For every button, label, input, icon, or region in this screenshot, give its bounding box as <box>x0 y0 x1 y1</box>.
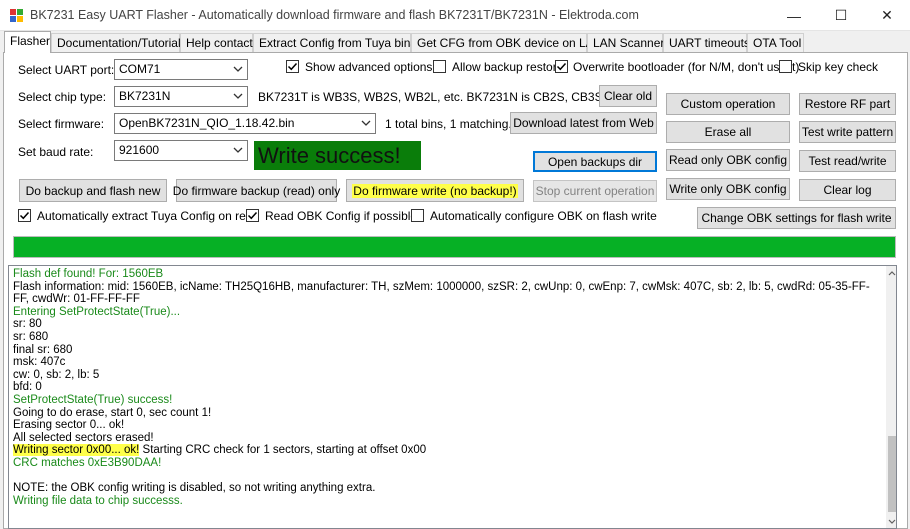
open-backups-button[interactable]: Open backups dir <box>533 151 657 172</box>
show-advanced-label: Show advanced options <box>305 60 433 74</box>
chevron-down-icon <box>361 120 371 126</box>
log-line: Flash information: mid: 1560EB, icName: … <box>13 280 870 306</box>
chip-type-label: Select chip type: <box>18 90 107 104</box>
uart-port-select[interactable]: COM71 <box>114 59 248 80</box>
tab-get-cfg-lan[interactable]: Get CFG from OBK device on LAN <box>411 33 602 52</box>
checkmark-icon <box>287 62 298 71</box>
log-line: sr: 680 <box>13 330 49 343</box>
log-textbox[interactable]: Flash def found! For: 1560EB Flash inform… <box>8 265 897 529</box>
auto-extract-tuya-checkbox[interactable] <box>18 209 31 222</box>
firmware-label: Select firmware: <box>18 117 105 131</box>
progress-fill <box>14 237 895 257</box>
chevron-down-icon <box>233 147 243 153</box>
write-no-backup-button[interactable]: Do firmware write (no backup!) <box>346 179 524 202</box>
tab-help-contact[interactable]: Help contact <box>180 33 253 52</box>
log-line: Flash def found! For: 1560EB <box>13 268 164 280</box>
read-only-obk-button[interactable]: Read only OBK config <box>666 149 790 171</box>
checkmark-icon <box>19 211 30 220</box>
baud-rate-select[interactable]: 921600 <box>114 140 248 161</box>
tab-lan-scanner[interactable]: LAN Scanner <box>587 33 664 52</box>
log-line: CRC matches 0xE3B90DAA! <box>13 456 162 469</box>
download-latest-button[interactable]: Download latest from Web <box>510 112 657 134</box>
chevron-down-icon <box>233 93 243 99</box>
firmware-select[interactable]: OpenBK7231N_QIO_1.18.42.bin <box>114 113 376 134</box>
uart-port-label: Select UART port: <box>18 63 115 77</box>
app-icon <box>10 9 24 22</box>
log-highlight: Writing sector 0x00... ok! <box>13 444 140 457</box>
backup-and-flash-button[interactable]: Do backup and flash new <box>19 179 167 202</box>
tab-ota-tool[interactable]: OTA Tool <box>747 33 804 52</box>
status-text: Write success! <box>254 141 421 170</box>
close-button[interactable]: ✕ <box>864 0 910 31</box>
firmware-value: OpenBK7231N_QIO_1.18.42.bin <box>119 116 295 130</box>
write-only-obk-button[interactable]: Write only OBK config <box>666 178 790 200</box>
log-line: bfd: 0 <box>13 381 42 394</box>
overwrite-bootloader-checkbox[interactable] <box>555 60 568 73</box>
allow-backup-restore-label: Allow backup restore <box>452 60 564 74</box>
auto-configure-obk-label: Automatically configure OBK on flash wri… <box>430 209 657 223</box>
log-line: NOTE: the OBK config writing is disabled… <box>13 482 376 495</box>
log-scrollbar[interactable] <box>886 266 896 528</box>
tab-extract-config[interactable]: Extract Config from Tuya binary <box>253 33 427 52</box>
chip-type-select[interactable]: BK7231N <box>114 86 248 107</box>
clear-log-button[interactable]: Clear log <box>799 179 896 201</box>
read-obk-config-label: Read OBK Config if possible <box>265 209 418 223</box>
scroll-thumb[interactable] <box>888 436 896 512</box>
tab-flasher[interactable]: Flasher <box>4 31 51 53</box>
allow-backup-restore-checkbox[interactable] <box>433 60 446 73</box>
progress-bar <box>13 236 896 258</box>
log-line: sr: 80 <box>13 318 42 331</box>
read-obk-config-checkbox[interactable] <box>246 209 259 222</box>
log-line: msk: 407c <box>13 356 66 369</box>
skip-key-check-checkbox[interactable] <box>779 60 792 73</box>
maximize-icon: ☐ <box>834 7 848 23</box>
log-line: Writing file data to chip successs. <box>13 494 183 507</box>
log-line: Entering SetProtectState(True)... <box>13 305 181 318</box>
tab-documentation[interactable]: Documentation/Tutorials <box>51 33 187 52</box>
restore-rf-button[interactable]: Restore RF part <box>799 93 896 115</box>
log-line: Going to do erase, start 0, sec count 1! <box>13 406 212 419</box>
chevron-down-icon <box>233 66 243 72</box>
log-line: SetProtectState(True) success! <box>13 393 173 406</box>
test-read-write-button[interactable]: Test read/write <box>799 150 896 172</box>
log-line: Writing sector 0x00... ok! Starting CRC … <box>13 444 885 457</box>
custom-operation-button[interactable]: Custom operation <box>666 93 790 115</box>
maximize-button[interactable]: ☐ <box>818 0 864 31</box>
auto-extract-tuya-label: Automatically extract Tuya Config on rea… <box>37 209 260 223</box>
skip-key-check-label: Skip key check <box>798 60 879 74</box>
minimize-icon: — <box>787 7 801 24</box>
log-lines: Flash def found! For: 1560EB Flash inform… <box>13 268 885 507</box>
close-icon: ✕ <box>881 7 893 23</box>
uart-port-value: COM71 <box>119 62 161 76</box>
auto-configure-obk-checkbox[interactable] <box>411 209 424 222</box>
overwrite-bootloader-label: Overwrite bootloader (for N/M, don't use… <box>573 60 800 74</box>
tab-uart-timeouts[interactable]: UART timeouts <box>663 33 750 52</box>
chip-type-value: BK7231N <box>119 89 171 103</box>
checkmark-icon <box>556 62 567 71</box>
test-write-pattern-button[interactable]: Test write pattern <box>799 121 896 143</box>
backup-read-button[interactable]: Do firmware backup (read) only <box>173 179 340 202</box>
log-line: cw: 0, sb: 2, lb: 5 <box>13 368 100 381</box>
erase-all-button[interactable]: Erase all <box>666 121 790 143</box>
title-bar: BK7231 Easy UART Flasher - Automatically… <box>0 0 910 31</box>
checkmark-icon <box>247 211 258 220</box>
scroll-up-icon[interactable] <box>888 268 896 278</box>
clear-old-button[interactable]: Clear old <box>599 85 657 107</box>
firmware-info-text: 1 total bins, 1 matching. <box>385 117 512 131</box>
scroll-down-icon[interactable] <box>888 516 896 526</box>
log-line: final sr: 680 <box>13 343 73 356</box>
log-line: All selected sectors erased! <box>13 431 154 444</box>
baud-rate-value: 921600 <box>119 143 160 157</box>
change-obk-settings-button[interactable]: Change OBK settings for flash write <box>697 207 896 229</box>
show-advanced-checkbox[interactable] <box>286 60 299 73</box>
stop-operation-button[interactable]: Stop current operation <box>533 180 657 202</box>
log-text: Starting CRC check for 1 sectors, starti… <box>139 444 427 457</box>
log-line: Erasing sector 0... ok! <box>13 419 125 432</box>
minimize-button[interactable]: — <box>771 0 817 31</box>
chip-info-text: BK7231T is WB3S, WB2S, WB2L, etc. BK7231… <box>258 90 626 104</box>
baud-rate-label: Set baud rate: <box>18 145 94 159</box>
window-title: BK7231 Easy UART Flasher - Automatically… <box>30 8 639 22</box>
